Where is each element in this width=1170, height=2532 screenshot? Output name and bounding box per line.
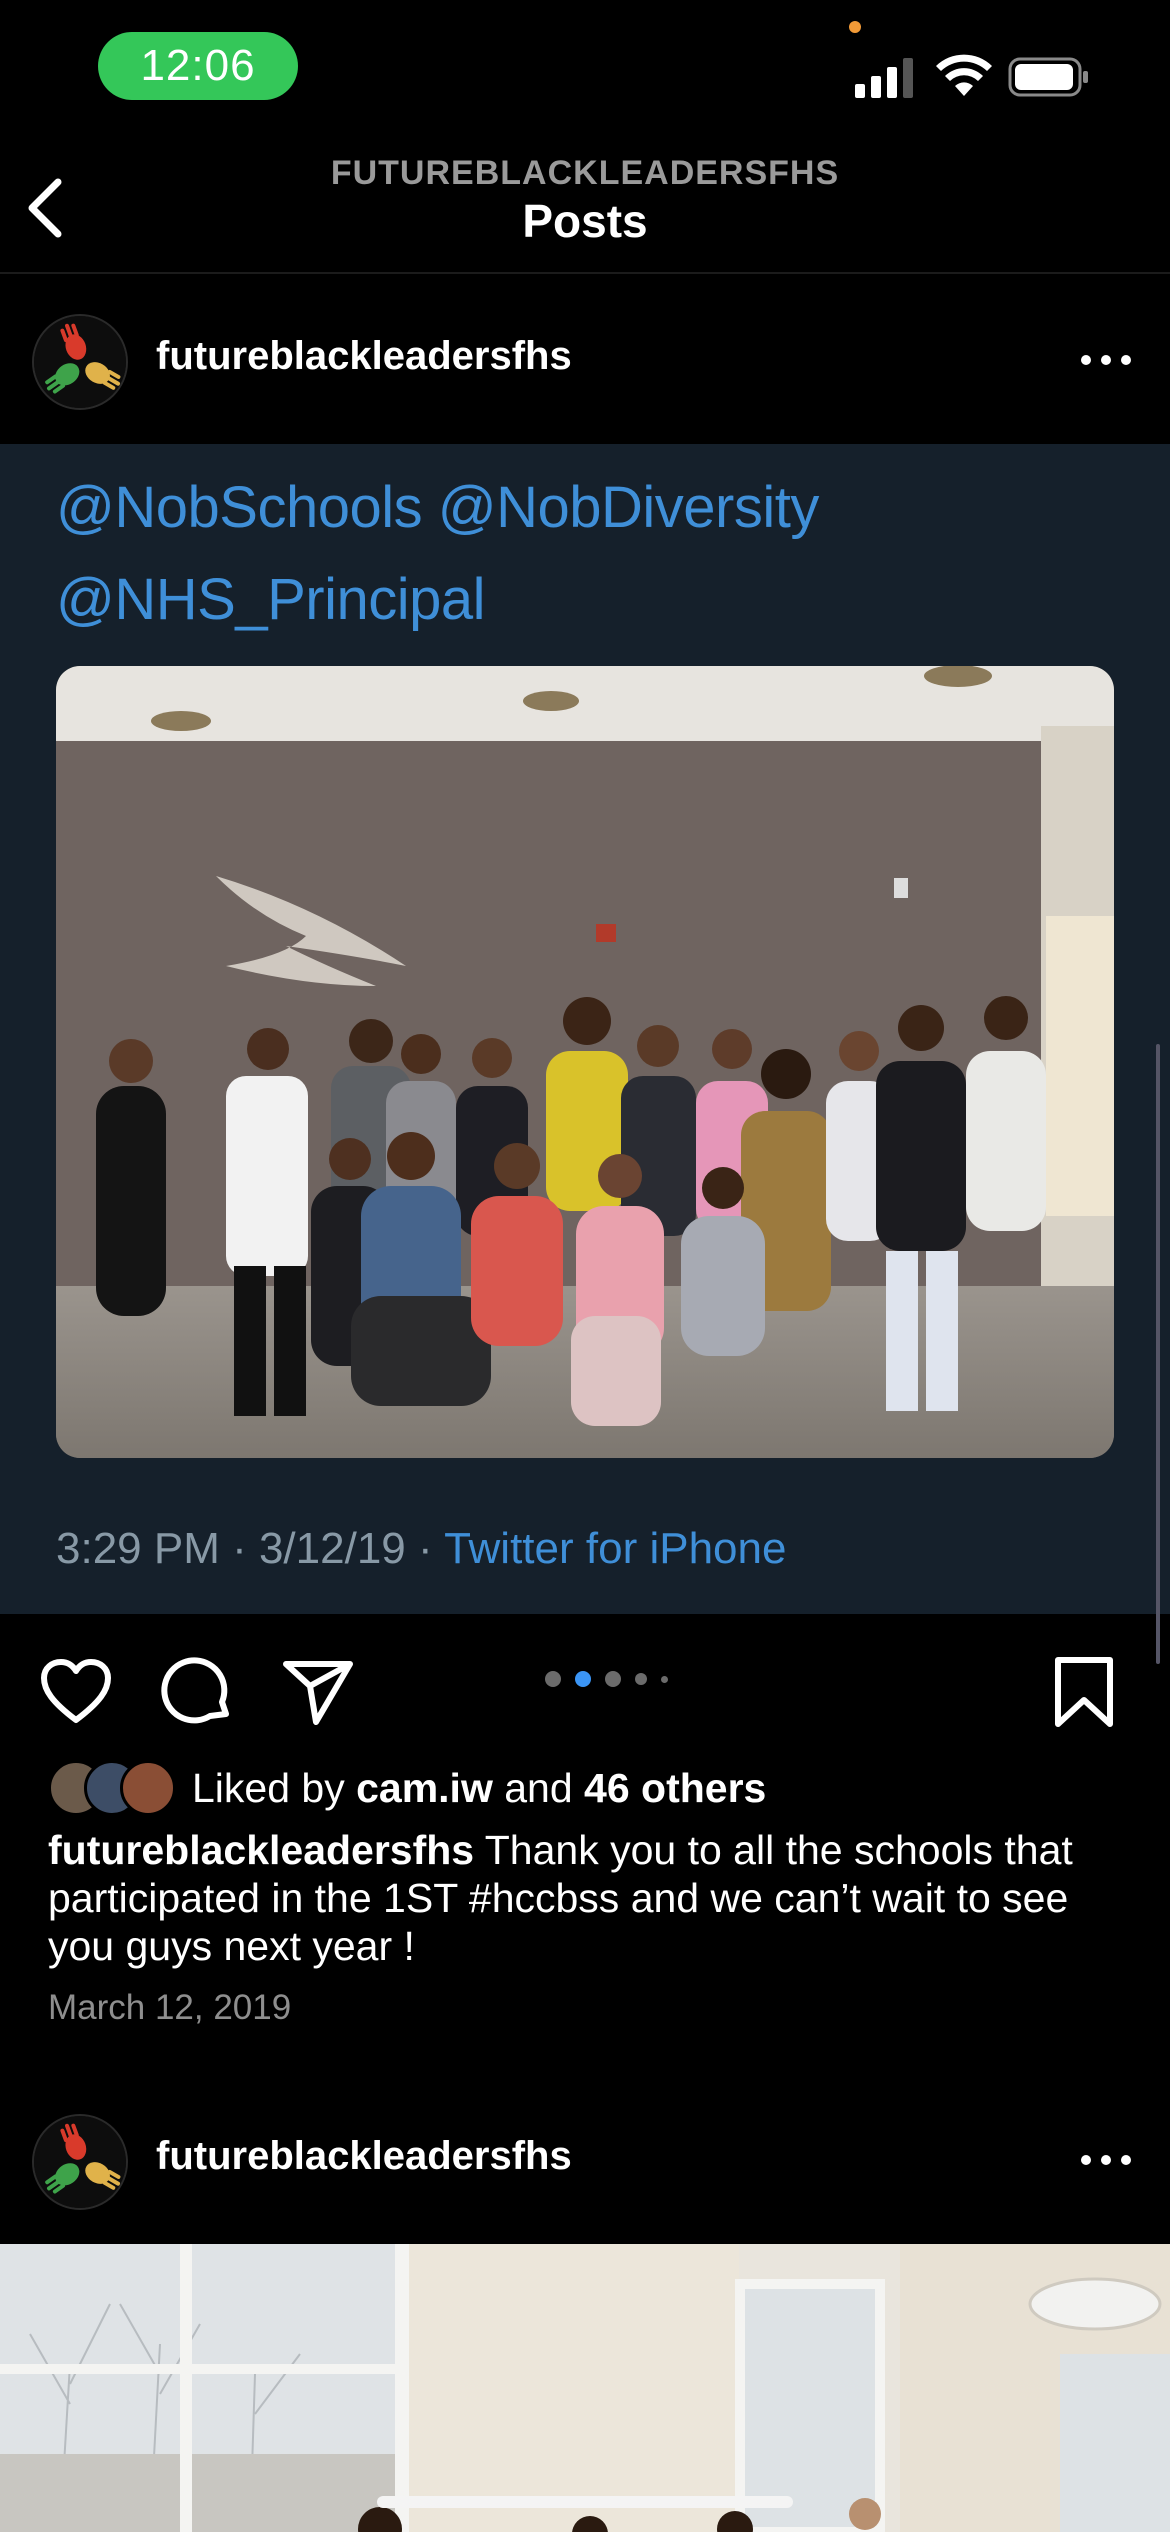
- carousel-dot: [545, 1671, 561, 1687]
- tweet-mentions-line-2: @NHS_Principal: [56, 567, 486, 632]
- tweet-timestamp: 3:29 PM · 3/12/19 ·: [56, 1524, 445, 1573]
- liker-username[interactable]: cam.iw: [356, 1765, 493, 1811]
- home-indicator[interactable]: [377, 2496, 793, 2508]
- post-media-tweet-screenshot[interactable]: @NobSchools @NobDiversity @NHS_Principal: [0, 444, 1170, 1664]
- share-icon[interactable]: [280, 1654, 356, 1730]
- carousel-dot: [605, 1671, 621, 1687]
- likes-prefix: Liked by: [192, 1764, 357, 1811]
- bookmark-icon[interactable]: [1046, 1654, 1122, 1730]
- comment-icon[interactable]: [160, 1654, 236, 1730]
- post-username[interactable]: futureblackleadersfhs: [156, 334, 572, 379]
- heart-icon[interactable]: [38, 1654, 114, 1730]
- nav-header: FUTUREBLACKLEADERSFHS Posts: [0, 140, 1170, 274]
- more-options-icon[interactable]: [1076, 2136, 1136, 2184]
- wifi-icon: [936, 54, 992, 96]
- status-bar: 12:06: [0, 0, 1170, 140]
- hands-logo-icon: [34, 2116, 126, 2208]
- room-photo-illustration: [0, 2244, 1170, 2532]
- post-media-photo[interactable]: [0, 2244, 1170, 2532]
- post-caption: futureblackleadersfhs Thank you to all t…: [48, 1826, 1128, 1970]
- carousel-dot-active: [575, 1671, 591, 1687]
- scroll-indicator: [1156, 1044, 1160, 1664]
- carousel-dots: [545, 1671, 668, 1687]
- profile-username-heading: FUTUREBLACKLEADERSFHS: [330, 154, 840, 192]
- post-header: futureblackleadersfhs: [0, 276, 1170, 446]
- tweet-client-link[interactable]: Twitter for iPhone: [444, 1524, 786, 1573]
- carousel-dot: [661, 1675, 668, 1683]
- hands-logo-icon: [34, 316, 126, 408]
- post-username[interactable]: futureblackleadersfhs: [156, 2134, 572, 2179]
- likes-text: Liked by cam.iw and 46 others: [192, 1765, 766, 1812]
- signal-icon: [855, 58, 913, 98]
- post-date: March 12, 2019: [48, 1988, 292, 2027]
- battery-icon: [1008, 57, 1088, 97]
- profile-avatar[interactable]: [32, 2114, 128, 2210]
- page-title: Posts: [522, 195, 648, 247]
- tweet-meta: 3:29 PM · 3/12/19 · Twitter for iPhone: [56, 1524, 786, 1574]
- group-photo-illustration: [56, 666, 1114, 1458]
- post-header: futureblackleadersfhs: [0, 2076, 1170, 2246]
- group-photo: [56, 666, 1114, 1458]
- likes-middle: and: [492, 1764, 585, 1811]
- more-options-icon[interactable]: [1076, 336, 1136, 384]
- caption-author[interactable]: futureblackleadersfhs: [48, 1827, 474, 1873]
- profile-avatar[interactable]: [32, 314, 128, 410]
- likes-others-count[interactable]: 46 others: [584, 1765, 766, 1811]
- liker-avatar: [120, 1760, 176, 1816]
- status-time[interactable]: 12:06: [98, 32, 298, 100]
- carousel-dot: [635, 1673, 647, 1685]
- tweet-mentions-line-1: @NobSchools @NobDiversity: [56, 475, 819, 540]
- camera-indicator-dot: [849, 21, 861, 33]
- liker-avatars: [48, 1760, 186, 1816]
- likes-row[interactable]: Liked by cam.iw and 46 others: [48, 1758, 766, 1818]
